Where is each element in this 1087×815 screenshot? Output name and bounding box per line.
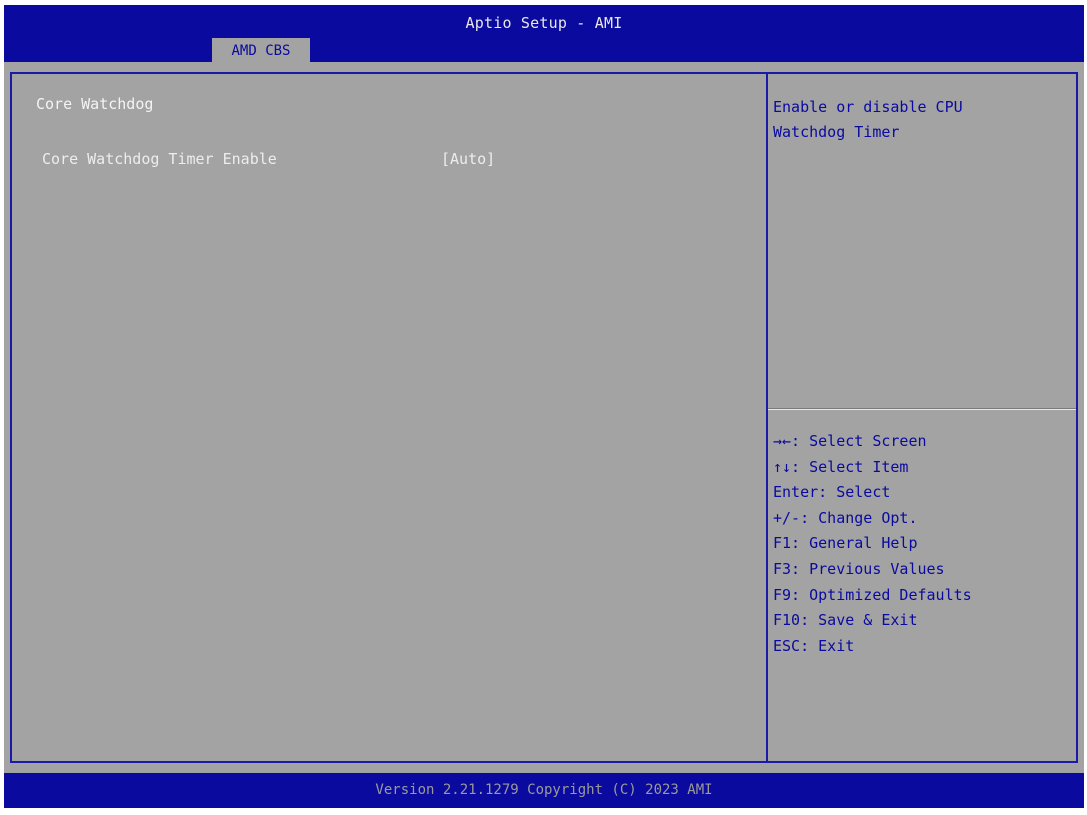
setting-label: Core Watchdog Timer Enable: [42, 150, 277, 168]
bios-screen: Aptio Setup - AMI AMD CBS Core Watchdog …: [4, 5, 1084, 808]
key-save-exit: F10: Save & Exit: [773, 611, 918, 630]
key-previous-values: F3: Previous Values: [773, 559, 945, 578]
settings-panel: [10, 72, 766, 763]
help-panel: [766, 72, 1078, 763]
title-bar: Aptio Setup - AMI AMD CBS: [4, 5, 1084, 62]
key-legend: →←: Select Screen ↑↓: Select Item Enter:…: [773, 429, 1073, 659]
tab-amd-cbs[interactable]: AMD CBS: [212, 38, 310, 62]
key-exit: ESC: Exit: [773, 636, 855, 655]
help-divider: [768, 408, 1076, 410]
setting-core-watchdog-timer-enable[interactable]: Core Watchdog Timer Enable [Auto]: [36, 150, 736, 172]
version-copyright: Version 2.21.1279 Copyright (C) 2023 AMI: [375, 782, 713, 798]
footer-bar: Version 2.21.1279 Copyright (C) 2023 AMI: [4, 773, 1084, 808]
item-help-text: Enable or disable CPU Watchdog Timer: [773, 95, 1073, 145]
setting-value[interactable]: [Auto]: [441, 150, 495, 168]
help-line: Watchdog Timer: [773, 123, 900, 141]
key-change-option: +/-: Change Opt.: [773, 508, 918, 527]
section-title: Core Watchdog: [36, 95, 154, 113]
key-select-screen: →←: Select Screen: [773, 432, 927, 450]
key-optimized-defaults: F9: Optimized Defaults: [773, 585, 972, 604]
app-title: Aptio Setup - AMI: [465, 14, 623, 32]
key-select-item: ↑↓: Select Item: [773, 457, 909, 476]
key-enter-select: Enter: Select: [773, 483, 891, 502]
key-general-help: F1: General Help: [773, 534, 918, 553]
help-line: Enable or disable CPU: [773, 98, 963, 116]
